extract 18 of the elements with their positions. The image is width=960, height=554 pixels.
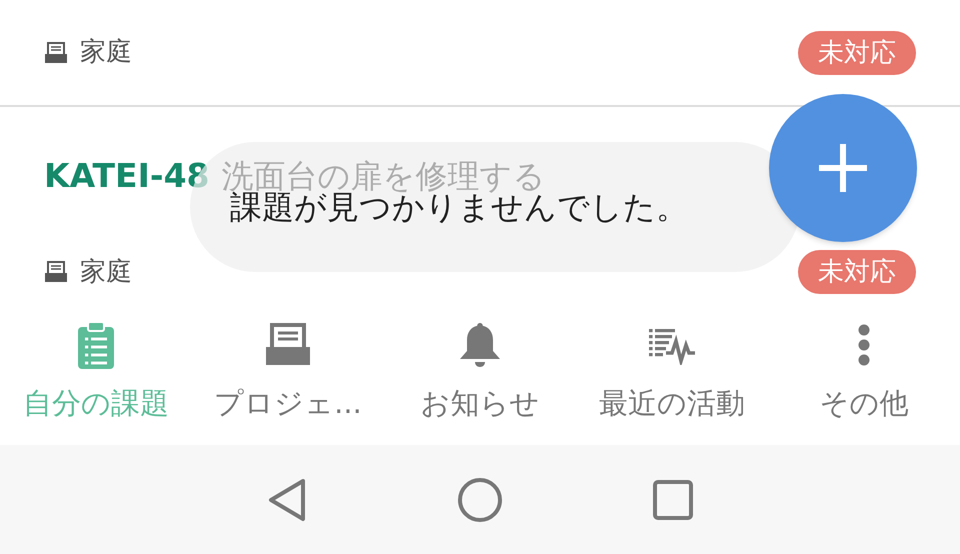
nav-tab[interactable]: お知らせ: [388, 320, 572, 426]
nav-tab[interactable]: その他: [772, 320, 956, 426]
status-badge: 未対応: [798, 30, 916, 74]
nav-tab[interactable]: 最近の活動: [580, 320, 764, 426]
bell-icon: [458, 320, 502, 369]
project-icon: [44, 260, 68, 284]
home-icon[interactable]: [457, 476, 503, 522]
project-name: 家庭: [80, 36, 132, 69]
nav-tab[interactable]: 自分の課題: [4, 320, 188, 426]
status-badge: 未対応: [798, 250, 916, 294]
clipboard-icon: [76, 320, 116, 369]
project-name: 家庭: [80, 256, 132, 288]
recents-icon[interactable]: [653, 480, 693, 520]
nav-tab[interactable]: プロジェ...: [196, 320, 380, 426]
more-icon: [857, 322, 871, 367]
back-icon[interactable]: [267, 478, 307, 522]
plus-icon: [817, 142, 869, 194]
project-icon: [44, 40, 68, 64]
